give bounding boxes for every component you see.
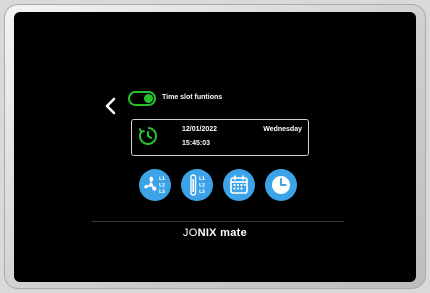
fan-l2-label: L2: [159, 183, 165, 189]
function-buttons: L1 L2 L3 L1 L2 L3: [139, 169, 299, 202]
calendar-button[interactable]: [223, 169, 255, 201]
brand-part-mate: mate: [216, 227, 248, 239]
levels-l1-label: L1: [199, 176, 205, 182]
levels-l2-label: L2: [199, 183, 205, 189]
levels-button[interactable]: L1 L2 L3: [181, 169, 213, 201]
fan-l1-label: L1: [159, 176, 165, 182]
time-slot-toggle-label: Time slot funtions: [162, 94, 223, 101]
fan-speed-icon: L1 L2 L3: [144, 176, 165, 195]
date-text: 12/01/2022: [182, 126, 218, 133]
calendar-icon: [230, 175, 248, 194]
device-screen: Time slot funtions 12/01/2022 15:45:03 W…: [14, 12, 416, 282]
toggle-knob: [144, 94, 153, 103]
fan-l3-label: L3: [159, 189, 165, 195]
footer-divider: [92, 221, 344, 222]
levels-icon: L1 L2 L3: [190, 174, 205, 196]
weekday-text: Wednesday: [263, 126, 302, 133]
clock-icon: [138, 127, 157, 145]
time-text: 15:45:03: [182, 140, 211, 147]
clock-button[interactable]: [265, 169, 297, 201]
back-chevron-icon[interactable]: [102, 96, 120, 116]
clock-icon: [272, 176, 290, 194]
brand-logo: JONIX mate: [14, 227, 416, 239]
levels-l3-label: L3: [199, 189, 205, 195]
fan-speed-button[interactable]: L1 L2 L3: [139, 169, 171, 201]
brand-part-jo: JO: [182, 227, 198, 239]
time-slot-toggle[interactable]: [128, 91, 156, 106]
datetime-panel: 12/01/2022 15:45:03 Wednesday: [131, 119, 309, 156]
brand-part-nix: NIX: [197, 227, 217, 239]
